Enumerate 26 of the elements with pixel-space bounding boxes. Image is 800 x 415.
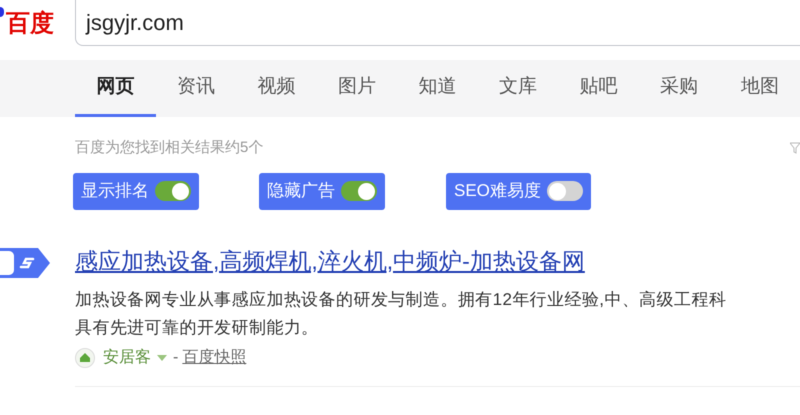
toggle-switch[interactable] <box>546 181 583 201</box>
nav-tab[interactable]: 图片 <box>316 60 398 117</box>
toggle-button[interactable]: 显示排名 <box>73 172 199 210</box>
toggle-button[interactable]: SEO难易度 <box>446 172 591 210</box>
toggle-button[interactable]: 隐藏广告 <box>259 172 385 210</box>
snapshot-link[interactable]: 百度快照 <box>182 346 246 370</box>
source-name[interactable]: 安居客 <box>103 346 151 370</box>
result-description-line: 加热设备网专业从事感应加热设备的研发与制造。拥有12年行业经验,中、高级工程科 <box>75 289 728 311</box>
separator-dash: - <box>173 348 178 368</box>
house-icon <box>75 348 95 368</box>
toggle-switch[interactable] <box>155 181 191 201</box>
nav-tab[interactable]: 地图 <box>720 60 800 117</box>
result-description-line: 具有先进可靠的开发研制能力。 <box>75 317 320 339</box>
baidu-logo[interactable]: 百度 <box>0 5 75 41</box>
toggle-switch[interactable] <box>341 181 377 201</box>
nav-tab[interactable]: 知道 <box>397 60 478 117</box>
nav-tab[interactable]: 文库 <box>478 60 558 117</box>
result-title-link[interactable]: 感应加热设备,高频焊机,淬火机,中频炉-加热设备网 <box>75 244 800 278</box>
search-field[interactable]: jsgyjr.com <box>75 0 800 46</box>
logo-text: 百度 <box>5 8 54 39</box>
nav-tab[interactable]: 贴吧 <box>558 60 639 117</box>
nav-tab[interactable]: 视频 <box>236 60 317 117</box>
nav-tab[interactable]: 网页 <box>75 60 156 117</box>
nav-tab[interactable]: 资讯 <box>156 60 236 117</box>
result-count: 百度为您找到相关结果约5个 <box>75 138 264 158</box>
nav-tab[interactable]: 采购 <box>638 60 720 117</box>
